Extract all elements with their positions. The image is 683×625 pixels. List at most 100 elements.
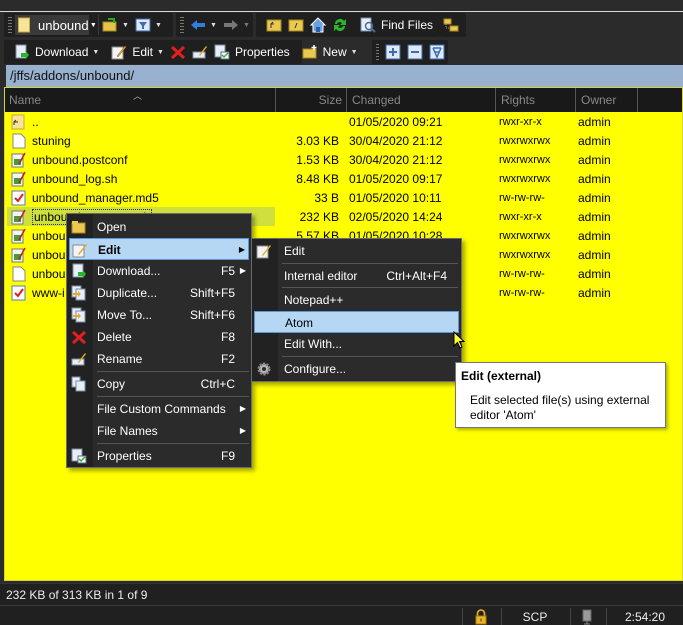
find-files-button[interactable]: Find Files <box>357 14 436 36</box>
root-directory-button[interactable] <box>285 14 307 36</box>
chevron-down-icon[interactable]: ▼ <box>88 15 98 35</box>
find-files-label: Find Files <box>381 18 434 32</box>
arrow-right-icon <box>223 17 239 33</box>
move-icon <box>71 307 87 323</box>
filter-button[interactable]: ▼ <box>132 14 165 36</box>
submenu-item[interactable]: Edit <box>254 240 459 262</box>
file-row[interactable]: unbound_log.sh 8.48 KB 01/05/2020 09:17 rwx… <box>7 169 682 188</box>
submenu-item[interactable]: Notepad++ <box>254 289 459 311</box>
delete-x-icon <box>71 329 87 345</box>
file-name: .. <box>32 114 39 129</box>
select-all-icon <box>429 44 445 60</box>
file-row[interactable]: .. 01/05/2020 09:21 rwxr-xr-x admin <box>7 112 682 131</box>
column-header-size[interactable]: Size <box>276 88 347 112</box>
edit-button[interactable]: Edit ▼ <box>108 41 167 63</box>
menu-item-label: Edit <box>284 244 305 258</box>
column-headers: Name ︿ Size Changed Rights Owner <box>5 88 682 112</box>
submenu-arrow-icon: ▶ <box>239 426 246 435</box>
file-icon <box>11 133 27 149</box>
submenu-item[interactable]: Atom <box>254 311 459 333</box>
menu-item-label: Internal editor <box>284 269 358 283</box>
context-menu-item[interactable]: File Names ▶ <box>69 420 249 442</box>
submenu-item[interactable]: Edit With... <box>254 333 459 355</box>
menu-separator <box>282 287 458 288</box>
refresh-button[interactable] <box>329 14 351 36</box>
file-name: unbou <box>32 266 66 281</box>
home-directory-button[interactable] <box>307 14 329 36</box>
path-bar[interactable]: /jffs/addons/unbound/ <box>6 65 683 87</box>
menu-separator <box>97 396 249 397</box>
chevron-down-icon[interactable]: ▼ <box>92 49 99 56</box>
submenu-item[interactable]: Internal editor Ctrl+Alt+F4 <box>254 265 459 287</box>
file-name: www-i <box>32 285 65 300</box>
file-rights: rwxrwxrwx <box>499 134 551 147</box>
menu-item-label: Duplicate... <box>97 286 158 300</box>
sort-ascending-icon: ︿ <box>133 91 143 101</box>
chevron-down-icon[interactable]: ▼ <box>243 22 250 29</box>
delete-button[interactable] <box>167 41 189 63</box>
chevron-down-icon[interactable]: ▼ <box>155 22 162 29</box>
tooltip-title: Edit (external) <box>461 369 542 383</box>
context-menu-item[interactable]: Duplicate... Shift+F5 <box>69 282 249 304</box>
menu-separator <box>282 356 458 357</box>
download-button[interactable]: Download ▼ <box>11 41 102 63</box>
column-header-changed[interactable]: Changed <box>347 88 496 112</box>
context-menu-item[interactable]: Delete F8 <box>69 326 249 348</box>
menu-item-label: Copy <box>97 377 126 391</box>
submenu-arrow-icon: ▶ <box>239 404 246 413</box>
status-panel-lock[interactable] <box>462 608 499 625</box>
submenu-item[interactable]: Configure... <box>254 358 459 380</box>
forward-button[interactable]: ▼ <box>220 14 253 36</box>
context-menu-item[interactable]: File Custom Commands ▶ <box>69 398 249 420</box>
new-button[interactable]: New ▼ <box>299 41 361 63</box>
column-header-name[interactable]: Name ︿ <box>5 88 276 112</box>
menu-item-label: Atom <box>285 316 314 330</box>
context-menu-item[interactable]: Open <box>69 216 249 238</box>
file-rights: rwxrwxrwx <box>499 248 551 261</box>
directory-tree-icon <box>443 17 459 33</box>
file-row[interactable]: unbound_manager.md5 33 B 01/05/2020 10:11 r… <box>7 188 682 207</box>
parent-directory-button[interactable] <box>263 14 285 36</box>
file-row[interactable]: unbound.postconf 1.53 KB 30/04/2020 21:12 r… <box>7 150 682 169</box>
menu-item-shortcut: F2 <box>220 352 235 366</box>
file-name-cell: unbound_manager.md5 <box>7 190 275 206</box>
context-menu-item[interactable]: Properties F9 <box>69 445 249 467</box>
file-toolbar: Download ▼ Edit ▼ Properties New ▼ <box>4 40 358 64</box>
menu-item-label: Move To... <box>97 308 153 322</box>
context-menu-item[interactable]: Edit ▶ <box>69 238 249 260</box>
menu-item-label: Properties <box>97 449 152 463</box>
select-all-button[interactable] <box>426 41 448 63</box>
unselect-files-button[interactable] <box>404 41 426 63</box>
column-header-name-label: Name <box>9 93 42 107</box>
toolbar-grip[interactable] <box>8 17 12 33</box>
context-menu-item[interactable]: Rename F2 <box>69 348 249 370</box>
properties-button[interactable]: Properties <box>211 41 293 63</box>
context-menu-item[interactable]: Copy Ctrl+C <box>69 373 249 395</box>
back-button[interactable]: ▼ <box>187 14 220 36</box>
toolbar-grip[interactable] <box>376 44 379 60</box>
menu-item-shortcut: Ctrl+C <box>200 377 235 391</box>
open-directory-button[interactable]: ▼ <box>99 14 132 36</box>
location-combo[interactable]: unbound ▼ <box>15 15 99 35</box>
duplicate-icon <box>71 285 87 301</box>
chevron-down-icon[interactable]: ▼ <box>122 22 129 29</box>
context-menu-item[interactable]: Move To... Shift+F6 <box>69 304 249 326</box>
column-header-rights[interactable]: Rights <box>496 88 576 112</box>
select-files-button[interactable] <box>382 41 404 63</box>
menu-item-label: Edit <box>98 243 121 257</box>
chevron-down-icon[interactable]: ▼ <box>351 49 358 56</box>
menu-item-label: Download... <box>97 264 161 278</box>
rename-button[interactable] <box>189 41 211 63</box>
column-header-owner[interactable]: Owner <box>576 88 638 112</box>
menu-item-shortcut: Ctrl+Alt+F4 <box>386 269 447 283</box>
file-owner: admin <box>578 171 611 186</box>
toolbar-grip[interactable] <box>180 17 184 33</box>
context-menu-item[interactable]: Download... F5 ▶ <box>69 260 249 282</box>
file-rights: rwxrwxrwx <box>499 172 551 185</box>
directory-tree-button[interactable] <box>440 14 462 36</box>
chevron-down-icon[interactable]: ▼ <box>157 49 164 56</box>
file-row[interactable]: stuning 3.03 KB 30/04/2020 21:12 rwxrwxrwx a… <box>7 131 682 150</box>
status-panel-connection[interactable] <box>570 608 604 625</box>
download-icon <box>14 44 30 60</box>
chevron-down-icon[interactable]: ▼ <box>210 22 217 29</box>
